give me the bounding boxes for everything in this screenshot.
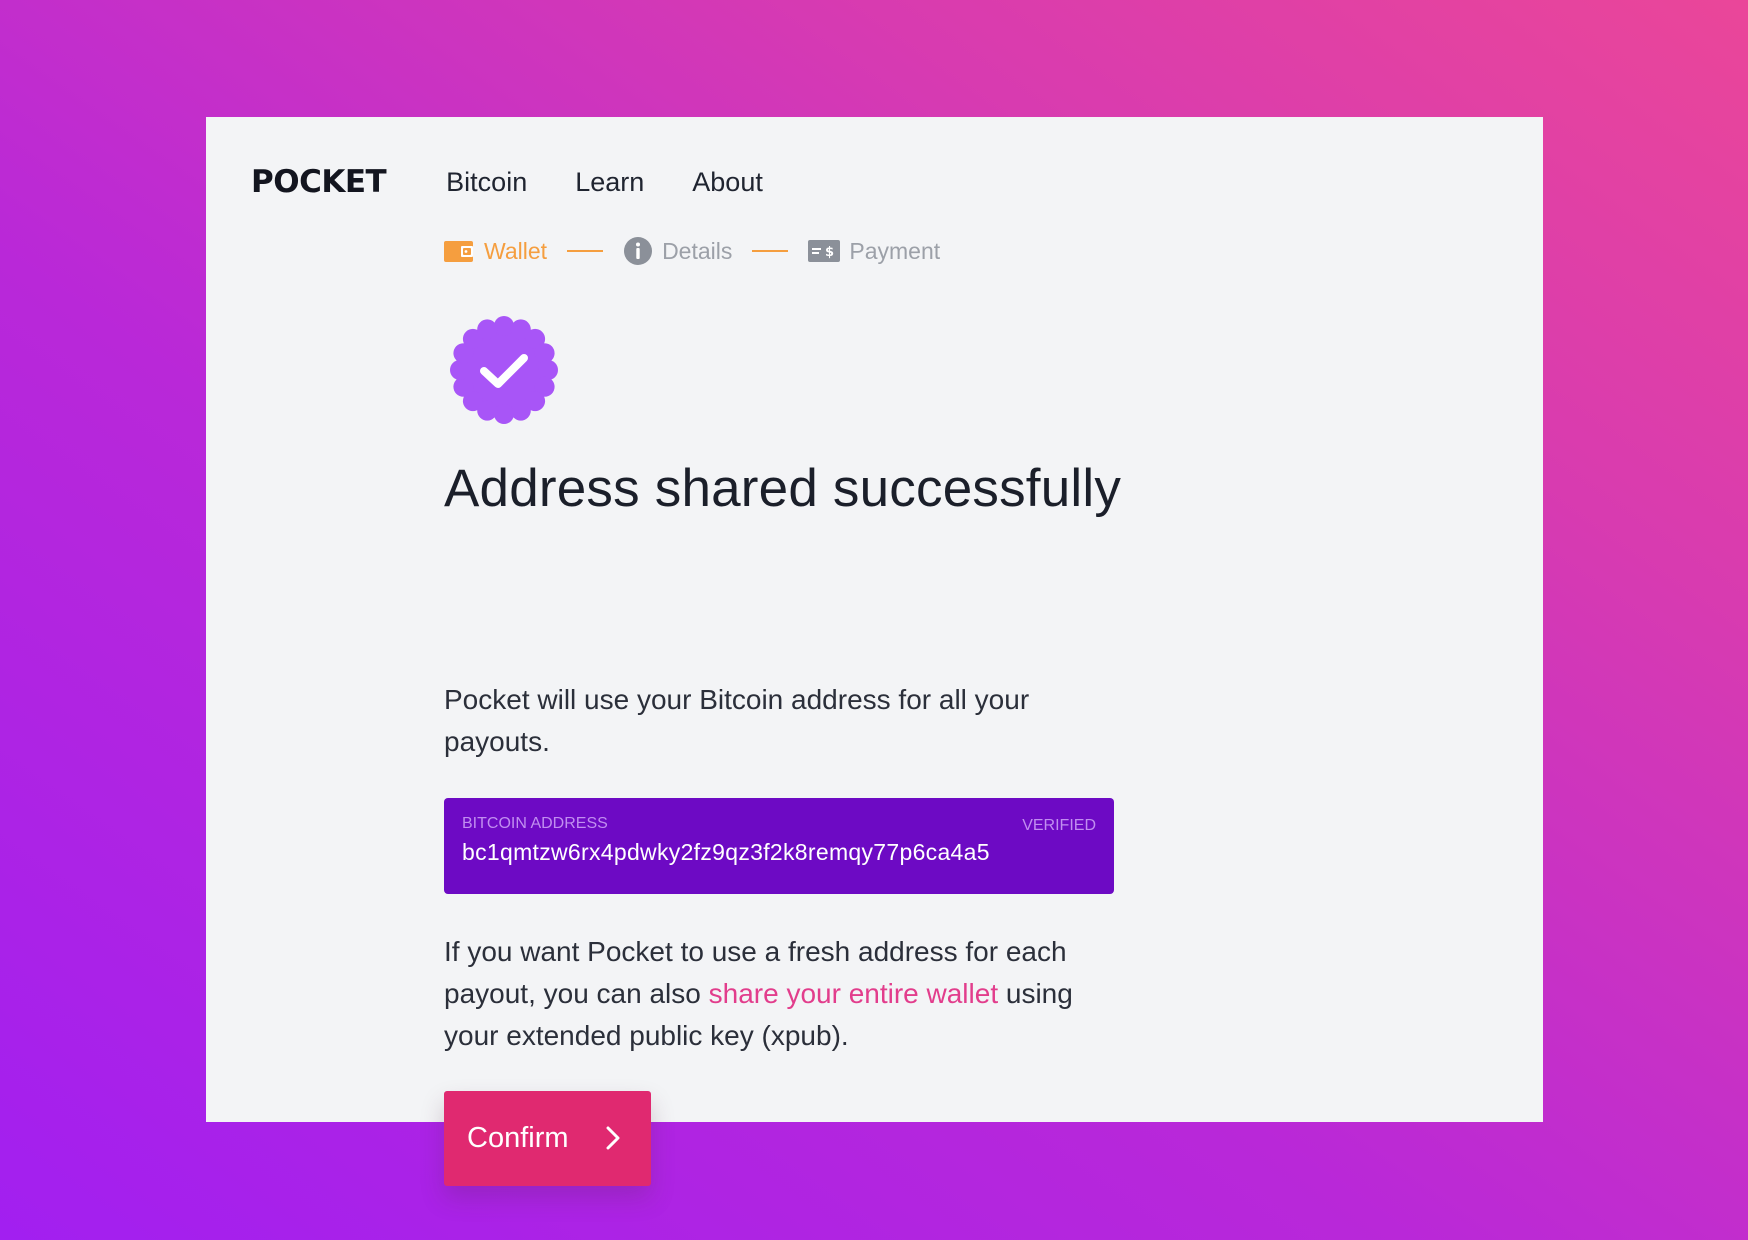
step-wallet-label: Wallet	[484, 237, 548, 264]
verified-status-badge: VERIFIED	[1022, 817, 1096, 834]
step-payment: $ Payment	[808, 238, 940, 265]
step-details: Details	[623, 236, 732, 266]
nav-link-learn[interactable]: Learn	[575, 167, 644, 198]
top-nav: POCKET Bitcoin Learn About	[251, 147, 811, 217]
step-details-label: Details	[662, 237, 733, 264]
chevron-right-icon	[605, 1125, 621, 1159]
payment-icon: $	[808, 239, 841, 263]
step-wallet: Wallet	[444, 238, 547, 265]
page-title: Address shared successfully	[444, 459, 1122, 518]
step-connector	[752, 250, 789, 252]
main-card: POCKET Bitcoin Learn About Wallet Detail…	[206, 117, 1543, 1186]
step-connector	[567, 250, 604, 252]
fresh-address-text: If you want Pocket to use a fresh addres…	[444, 931, 1124, 1057]
pocket-logo[interactable]: POCKET	[251, 164, 387, 200]
bitcoin-address-value[interactable]: bc1qmtzw6rx4pdwky2fz9qz3f2k8remqy77p6ca4…	[462, 839, 1096, 866]
intro-text: Pocket will use your Bitcoin address for…	[444, 684, 1030, 757]
nav-link-bitcoin[interactable]: Bitcoin	[446, 167, 527, 198]
step-payment-label: Payment	[849, 237, 941, 264]
main-content: Address shared successfully Pocket will …	[444, 457, 1124, 1186]
wallet-icon	[444, 239, 475, 263]
svg-text:$: $	[825, 245, 834, 260]
nav-link-about[interactable]: About	[692, 167, 763, 198]
address-label: BITCOIN ADDRESS	[462, 815, 608, 832]
progress-steps: Wallet Details $ Payment	[444, 224, 940, 278]
confirm-button-label: Confirm	[467, 1122, 569, 1154]
confirm-button[interactable]: Confirm	[444, 1091, 651, 1186]
info-icon	[623, 236, 653, 266]
verified-badge-icon	[450, 316, 558, 424]
bitcoin-address-card: BITCOIN ADDRESS VERIFIED bc1qmtzw6rx4pdw…	[444, 798, 1114, 894]
share-wallet-link[interactable]: share your entire wallet	[709, 978, 998, 1009]
